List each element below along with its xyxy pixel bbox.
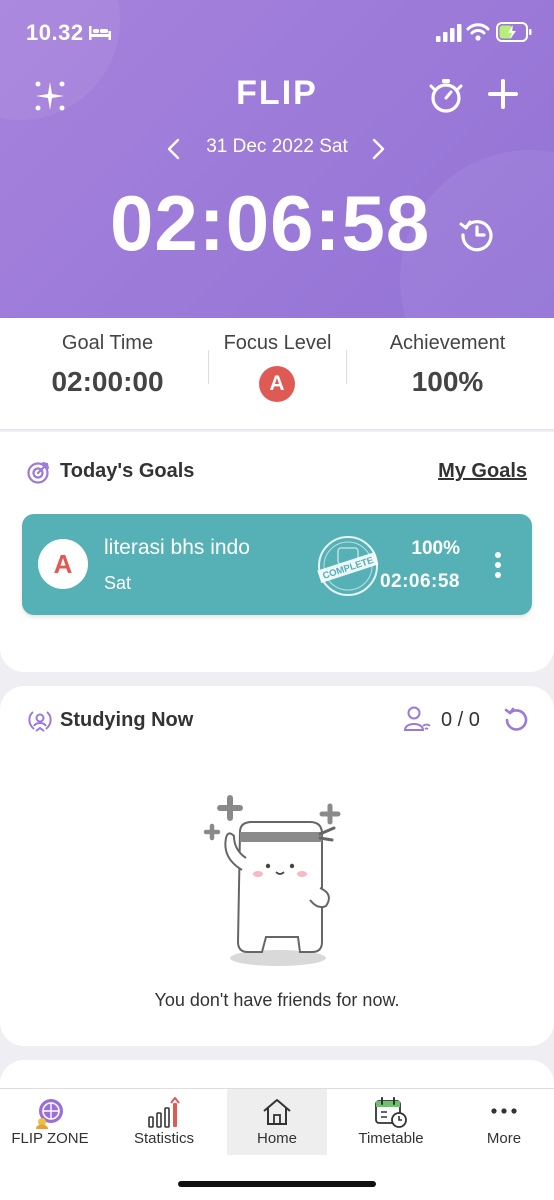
status-time: 10.32: [26, 20, 84, 45]
goal-day: Sat: [104, 573, 132, 593]
empty-friends-message: You don't have friends for now.: [154, 990, 400, 1010]
header: 10.32 FLIP 31 Dec 2022 Sat 02:06:58: [0, 0, 554, 318]
mascot-illustration: [203, 795, 341, 966]
complete-stamp-text: COMPLETE: [321, 555, 375, 582]
home-icon: [263, 1099, 291, 1125]
goal-percent: 100%: [411, 538, 460, 559]
divider: [346, 350, 347, 384]
goal-time-value: 02:00:00: [51, 366, 164, 397]
history-clock-icon[interactable]: [458, 216, 496, 254]
goal-time: 02:06:58: [379, 571, 460, 592]
laurel-icon: [28, 711, 52, 732]
my-goals-link[interactable]: My Goals: [438, 460, 527, 483]
tab-label: Timetable: [358, 1130, 424, 1147]
goal-name: literasi bhs indo: [104, 536, 250, 559]
focus-level-badge: A: [259, 366, 295, 402]
refresh-icon[interactable]: [503, 707, 529, 733]
elapsed-timer: 02:06:58: [110, 179, 431, 267]
tab-statistics[interactable]: Statistics: [114, 1089, 214, 1155]
more-vertical-icon[interactable]: [492, 551, 504, 579]
statistics-icon: [148, 1097, 180, 1128]
friends-online-icon: [403, 706, 431, 731]
todays-goals-card: Today's Goals My Goals A literasi bhs in…: [0, 432, 554, 672]
achievement-label: Achievement: [389, 332, 506, 354]
tab-home[interactable]: Home: [227, 1089, 327, 1155]
add-icon[interactable]: [487, 78, 519, 110]
tab-label: FLIP ZONE: [11, 1130, 89, 1147]
flip-zone-icon: [36, 1099, 63, 1129]
tab-flip-zone[interactable]: FLIP ZONE: [0, 1089, 100, 1155]
studying-now-card: Studying Now 0 / 0 You don't have friend…: [0, 686, 554, 1046]
battery-icon: [496, 22, 532, 42]
tab-timetable[interactable]: Timetable: [341, 1089, 441, 1155]
goal-item[interactable]: A literasi bhs indo Sat COMPLETE 100% 02…: [22, 514, 532, 615]
achievement-stat: Achievement 100%: [355, 318, 540, 430]
friends-count: 0 / 0: [441, 709, 480, 731]
complete-stamp-icon: COMPLETE: [317, 536, 379, 596]
stats-row: Goal Time 02:00:00 Focus Level A Achieve…: [0, 318, 554, 430]
achievement-value: 100%: [411, 366, 484, 397]
tab-label: More: [486, 1130, 522, 1147]
bed-icon: [89, 26, 111, 40]
wifi-icon: [466, 23, 490, 41]
target-icon: [27, 462, 49, 484]
status-bar: 10.32: [0, 0, 554, 66]
stopwatch-icon[interactable]: [426, 76, 466, 116]
home-indicator[interactable]: [178, 1181, 376, 1187]
tab-label: Statistics: [133, 1130, 194, 1147]
goal-time-label: Goal Time: [61, 332, 154, 354]
timetable-icon: [375, 1097, 407, 1128]
goal-level-badge: A: [38, 539, 88, 589]
app-logo: FLIP: [236, 74, 318, 112]
chevron-right-icon[interactable]: [370, 138, 386, 160]
focus-level-label: Focus Level: [223, 332, 332, 354]
signal-icon: [436, 24, 462, 42]
todays-goals-title: Today's Goals: [60, 460, 195, 482]
studying-now-title: Studying Now: [60, 709, 194, 731]
tab-label: Home: [256, 1130, 297, 1147]
current-date: 31 Dec 2022 Sat: [206, 136, 348, 157]
goal-time-stat: Goal Time 02:00:00: [15, 318, 200, 430]
tab-more[interactable]: More: [454, 1089, 554, 1155]
more-icon: [491, 1108, 517, 1114]
